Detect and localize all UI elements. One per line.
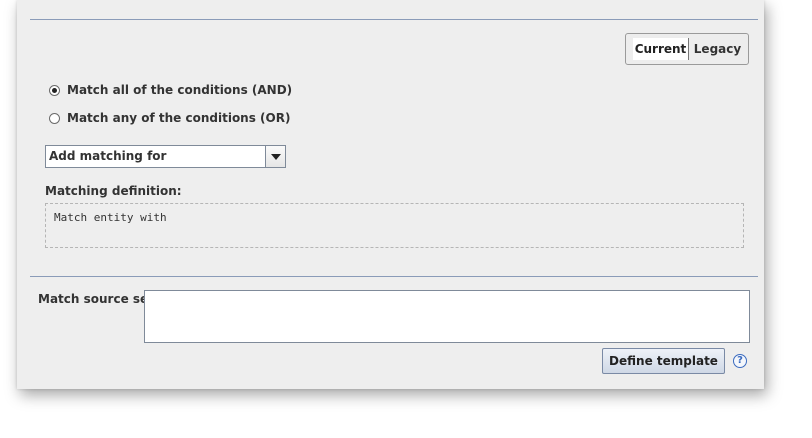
match-source-set-label: Match source set: (38, 292, 159, 306)
section-divider (30, 276, 758, 277)
current-toggle-button[interactable]: Current (633, 38, 689, 60)
match-any-radio[interactable] (49, 112, 60, 124)
matching-definition-area: Match entity with (45, 203, 744, 248)
match-any-label: Match any of the conditions (OR) (67, 111, 291, 125)
add-matching-value: Add matching for (49, 149, 167, 163)
legacy-toggle-button[interactable]: Legacy (690, 38, 745, 60)
help-icon[interactable]: ? (733, 354, 747, 368)
match-all-label: Match all of the conditions (AND) (67, 83, 293, 97)
chevron-down-icon[interactable] (265, 146, 285, 167)
matching-definition-label: Matching definition: (45, 184, 182, 198)
mode-toggle-group: Current Legacy (625, 33, 749, 65)
match-all-radio[interactable] (49, 84, 60, 96)
define-template-button[interactable]: Define template (602, 348, 725, 374)
match-settings-panel: Current Legacy Match all of the conditio… (17, 0, 764, 389)
match-any-option[interactable]: Match any of the conditions (OR) (49, 110, 290, 126)
add-matching-dropdown[interactable]: Add matching for (45, 145, 286, 168)
matching-definition-text: Match entity with (54, 211, 167, 224)
match-all-option[interactable]: Match all of the conditions (AND) (49, 82, 292, 98)
top-divider (30, 19, 758, 20)
match-source-set-field[interactable] (144, 290, 750, 343)
